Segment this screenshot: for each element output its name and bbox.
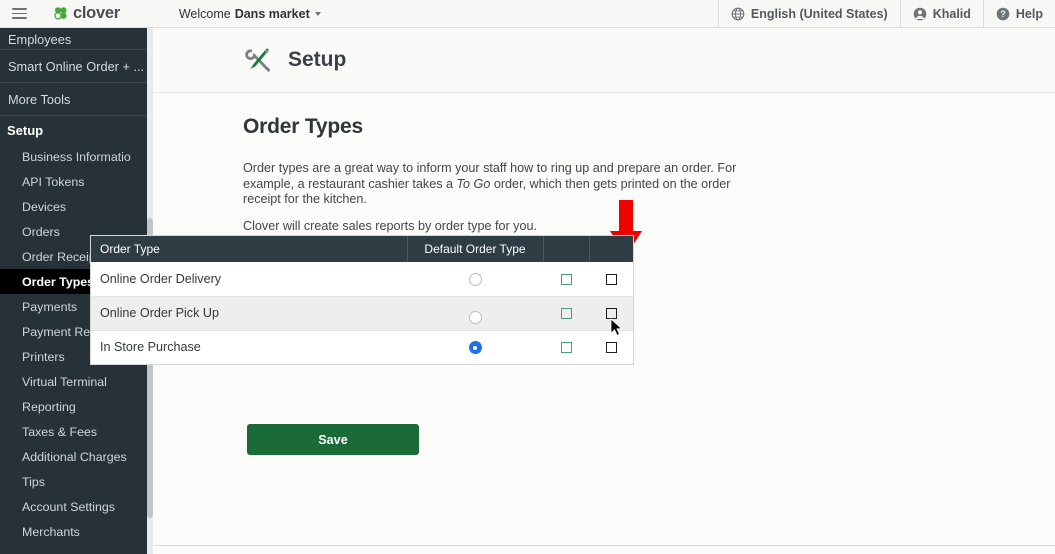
sidebar-item-label: Additional Charges [22,449,127,464]
sidebar-item-label: More Tools [8,91,71,107]
sidebar-item-label: Payments [22,299,78,314]
sidebar-item-merchants[interactable]: Merchants [0,519,147,544]
order-types-table: Order Type Default Order Type Online Ord… [91,236,633,364]
cell-order-type: Online Order Delivery [91,262,407,297]
edit-order-type-icon[interactable] [560,308,572,320]
sidebar-item-reporting[interactable]: Reporting [0,394,147,419]
chevron-down-icon [314,11,321,16]
merchant-name: Dans market [234,6,310,21]
tools-wrench-screwdriver-icon [245,48,271,73]
sidebar-item-label: Merchants [22,524,80,539]
sidebar-item-label: Tips [22,474,45,489]
sidebar-item-label: Smart Online Order + ... [8,58,145,74]
sidebar-item-label: API Tokens [22,174,85,189]
sidebar-section-label: Setup [7,122,44,138]
sidebar-item-virtual-terminal[interactable]: Virtual Terminal [0,369,147,394]
user-icon [913,7,927,20]
table-row: In Store Purchase [91,330,633,364]
language-label: English (United States) [750,6,888,21]
sidebar-item-account-settings[interactable]: Account Settings [0,494,147,519]
setup-page-header: Setup [153,28,1055,93]
delete-order-type-icon[interactable] [605,342,617,354]
edit-order-type-icon[interactable] [560,273,572,285]
cell-default-order-type [407,262,543,297]
description-paragraph-1: Order types are a great way to inform yo… [243,161,769,208]
cell-default-order-type [407,296,543,331]
sidebar-item-additional-charges[interactable]: Additional Charges [0,444,147,469]
default-order-type-radio[interactable] [468,272,482,286]
table-row: Online Order Delivery [91,262,633,297]
page-root: clover Welcome Dans market English (Unit… [0,0,1055,554]
sidebar-section-setup[interactable]: Setup [0,116,147,144]
page-title: Order Types [243,115,363,138]
cell-edit-action [543,330,589,364]
sidebar-item-label: Virtual Terminal [22,374,107,389]
svg-text:?: ? [1000,9,1005,19]
cell-edit-action [543,296,589,331]
cell-order-type: In Store Purchase [100,340,201,355]
cell-delete-action [589,262,633,297]
cell-order-type: Online Order Pick Up [91,296,407,331]
sidebar-item-employees[interactable]: Employees [0,28,147,50]
user-name-label: Khalid [932,6,971,21]
default-order-type-radio[interactable] [468,311,482,325]
edit-order-type-icon[interactable] [560,342,572,354]
sidebar-item-devices[interactable]: Devices [0,194,147,219]
sidebar-item-label: Orders [22,224,60,239]
delete-order-type-icon[interactable] [605,308,617,320]
help-label: Help [1015,6,1043,21]
sidebar-item-tips[interactable]: Tips [0,469,147,494]
clover-wordmark: clover [73,4,120,23]
clover-leaf-icon [54,7,67,20]
column-header-delete [589,236,633,262]
help-circle-icon: ? [996,7,1010,20]
sidebar-item-label: Taxes & Fees [22,424,98,439]
sidebar-item-label: Printers [22,349,65,364]
sidebar-item-smart-online-order[interactable]: Smart Online Order + ... [0,50,147,83]
column-header-default-order-type: Default Order Type [407,236,544,262]
clover-logo[interactable]: clover [52,5,120,22]
content-bottom-divider [153,545,1055,546]
sidebar-item-label: Employees [8,32,72,47]
table-row: Online Order Pick Up [91,296,633,331]
hamburger-menu-icon[interactable] [0,0,38,28]
sidebar-item-label: Business Informatio [22,149,131,164]
top-right-actions: English (United States) Khalid ? Help [717,0,1055,28]
user-account-menu[interactable]: Khalid [899,0,983,28]
sidebar-item-label: Devices [22,199,67,214]
sidebar-item-more-tools[interactable]: More Tools [0,83,147,116]
table-body: Online Order Delivery Online Order Pick … [91,262,633,364]
help-button[interactable]: ? Help [982,0,1055,28]
table-header-row: Order Type Default Order Type [91,236,633,262]
column-header-order-type: Order Type [91,236,408,262]
sidebar-item-label: Order Types [22,274,95,289]
table-header: Order Type Default Order Type [91,236,633,262]
top-navigation-bar: clover Welcome Dans market English (Unit… [0,0,1055,28]
delete-order-type-icon[interactable] [605,273,617,285]
sidebar-item-taxes-and-fees[interactable]: Taxes & Fees [0,419,147,444]
cell-delete-action [589,296,633,331]
sidebar-item-label: Account Settings [22,499,115,514]
sidebar-item-business-information[interactable]: Business Informatio [0,144,147,169]
column-header-edit [543,236,590,262]
order-types-table-container: Order Type Default Order Type Online Ord… [90,235,634,365]
sidebar-item-label: Reporting [22,399,76,414]
desc-emphasis: To Go [456,176,491,191]
globe-icon [731,7,745,20]
cell-default-order-type [407,330,543,364]
sidebar-item-api-tokens[interactable]: API Tokens [0,169,147,194]
merchant-switcher[interactable]: Welcome Dans market [179,7,321,21]
cell-edit-action [543,262,589,297]
default-order-type-radio[interactable] [468,341,482,355]
welcome-prefix: Welcome [178,6,231,21]
description-paragraph-2: Clover will create sales reports by orde… [243,218,537,233]
save-button[interactable]: Save [247,424,419,455]
setup-title: Setup [288,48,347,71]
cell-delete-action [589,330,633,364]
language-selector[interactable]: English (United States) [717,0,900,28]
